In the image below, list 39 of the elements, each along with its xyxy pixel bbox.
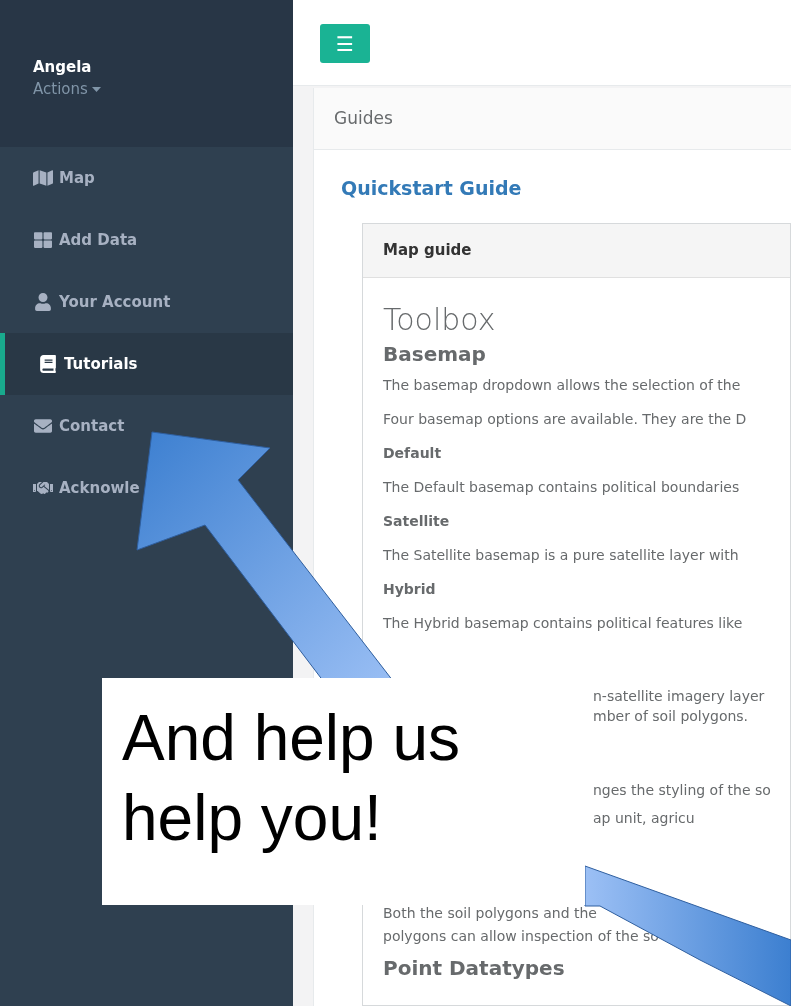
subheading: Hybrid — [383, 579, 437, 599]
paragraph: Four basemap options are available. They are the D — [383, 409, 748, 429]
paragraph: The Hybrid basemap contains political features like — [383, 613, 744, 633]
nav-label: Contact — [59, 415, 125, 437]
envelope-icon — [33, 417, 53, 435]
subheading: Default — [383, 443, 443, 463]
grid-icon — [33, 231, 53, 249]
section-title: Toolbox — [383, 300, 497, 339]
nav-label: Map — [59, 167, 95, 189]
section-heading: Basemap — [383, 340, 487, 368]
nav-item[interactable]: Tutorials — [0, 333, 293, 395]
paragraph: The basemap dropdown allows the selection of the — [383, 375, 742, 395]
caret-icon — [91, 86, 101, 92]
card-title: Map guide — [363, 223, 790, 278]
map-icon — [33, 169, 53, 187]
nav-item[interactable]: Acknowle — [0, 457, 293, 519]
nav-item[interactable]: Map — [0, 147, 293, 209]
nav-label: Acknowle — [59, 477, 140, 499]
paragraph: nges the styling of the so ap unit, agricu — [592, 780, 772, 828]
guide-link[interactable]: Quickstart Guide — [341, 177, 522, 199]
paragraph: The Default basemap contains political boundaries — [383, 477, 741, 497]
nav-item[interactable]: Contact — [0, 395, 293, 457]
handshake-icon — [33, 479, 53, 497]
nav-label: Tutorials — [64, 353, 138, 375]
user-icon — [33, 293, 53, 311]
paragraph: The Satellite basemap is a pure satellite layer with — [383, 545, 740, 565]
nav-item[interactable]: Your Account — [0, 271, 293, 333]
actions-dropdown[interactable]: Actions — [33, 78, 101, 100]
book-icon — [38, 355, 58, 373]
nav-item[interactable]: Add Data — [0, 209, 293, 271]
nav-label: Add Data — [59, 229, 138, 251]
callout-text: And help us help you! — [122, 701, 462, 856]
user-name: Angela — [33, 57, 92, 78]
panel-title: Guides — [314, 88, 791, 150]
menu-button[interactable]: ☰ — [320, 24, 370, 63]
subheading: Satellite — [383, 511, 451, 531]
section-heading: Point Datatypes — [383, 954, 566, 982]
nav-label: Your Account — [59, 291, 171, 313]
paragraph: n-satellite imagery layer mber of soil polygons. — [592, 686, 766, 726]
